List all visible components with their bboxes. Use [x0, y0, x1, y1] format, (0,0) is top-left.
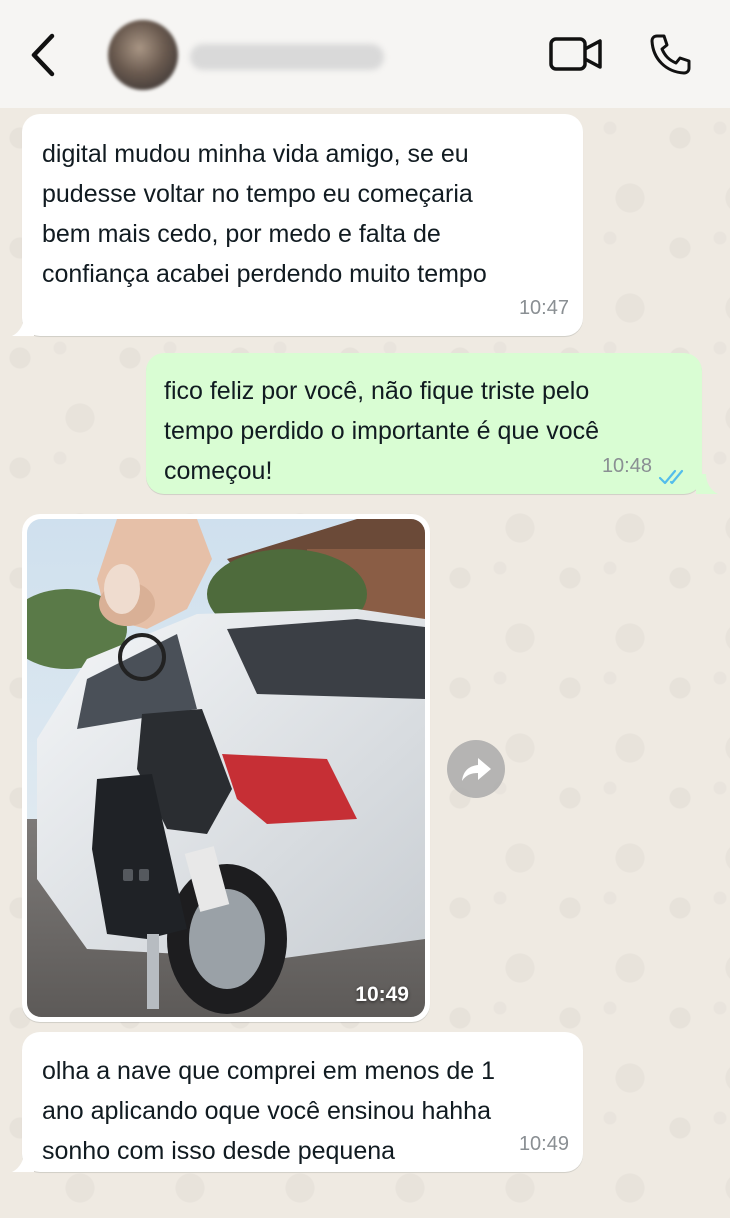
- message-bubble-outgoing[interactable]: fico feliz por você, não fique triste pe…: [146, 353, 702, 494]
- message-bubble-incoming[interactable]: olha a nave que comprei em menos de 1 an…: [22, 1032, 583, 1172]
- contact-name[interactable]: [190, 44, 384, 70]
- message-time: 10:48: [601, 455, 652, 477]
- chat-header: [0, 0, 730, 108]
- car-keys-photo[interactable]: 10:49: [27, 519, 425, 1017]
- message-text: digital mudou minha vida amigo, se eu pu…: [42, 140, 487, 288]
- chevron-left-icon[interactable]: [24, 30, 64, 80]
- forward-arrow-icon: [462, 758, 491, 781]
- video-camera-icon[interactable]: [548, 34, 604, 74]
- double-check-read-icon: [658, 469, 684, 485]
- image-message[interactable]: 10:49: [22, 514, 430, 1022]
- bubble-tail: [12, 316, 34, 336]
- message-time: 10:49: [355, 983, 409, 1006]
- message-time: 10:47: [518, 297, 569, 319]
- message-text: olha a nave que comprei em menos de 1 an…: [42, 1057, 496, 1165]
- message-time: 10:49: [518, 1133, 569, 1155]
- phone-icon[interactable]: [648, 32, 692, 76]
- forward-button[interactable]: [447, 740, 505, 798]
- message-bubble-incoming[interactable]: digital mudou minha vida amigo, se eu pu…: [22, 114, 583, 336]
- bubble-tail: [12, 1152, 34, 1172]
- bubble-tail: [696, 474, 718, 494]
- chat-area[interactable]: digital mudou minha vida amigo, se eu pu…: [0, 108, 730, 1218]
- contact-avatar[interactable]: [108, 20, 178, 90]
